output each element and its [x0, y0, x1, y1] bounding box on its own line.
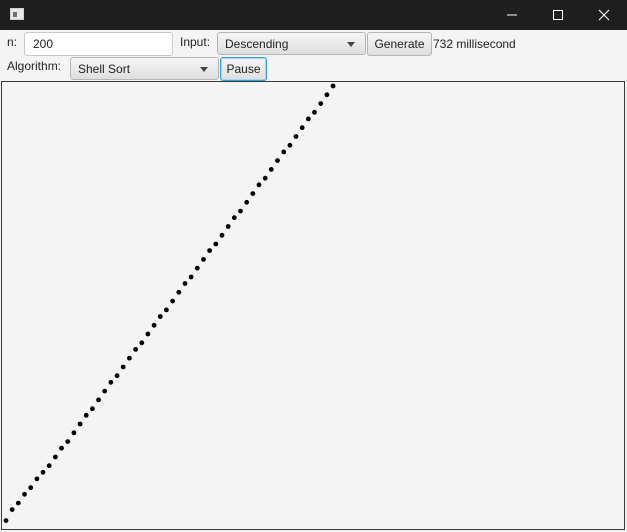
n-input[interactable] — [24, 32, 173, 56]
data-point-15 — [96, 397, 101, 403]
data-point-12 — [77, 421, 83, 427]
data-point-14 — [90, 406, 95, 412]
data-point-19 — [120, 364, 126, 370]
data-point-45 — [281, 149, 287, 155]
data-point-37 — [231, 215, 237, 221]
data-point-23 — [145, 331, 151, 337]
data-point-35 — [219, 232, 225, 238]
app-icon — [10, 8, 24, 20]
data-point-20 — [127, 355, 132, 361]
data-point-31 — [194, 265, 200, 271]
data-point-2 — [15, 500, 21, 506]
data-point-25 — [157, 314, 163, 319]
data-point-53 — [330, 83, 336, 89]
data-point-40 — [250, 191, 256, 196]
sort-visualization-plot — [3, 83, 336, 523]
input-order-select[interactable]: Descending — [217, 32, 366, 55]
data-point-43 — [268, 167, 274, 172]
data-point-51 — [318, 101, 324, 106]
data-point-30 — [188, 274, 194, 280]
data-point-17 — [108, 379, 114, 385]
data-point-28 — [176, 289, 182, 295]
data-point-32 — [201, 257, 206, 262]
data-point-48 — [299, 125, 305, 131]
data-point-36 — [225, 224, 231, 229]
elapsed-time-label: 732 millisecond — [433, 37, 516, 51]
data-point-11 — [71, 430, 77, 436]
data-point-6 — [40, 469, 46, 475]
data-point-38 — [238, 208, 243, 214]
data-point-46 — [287, 142, 293, 148]
close-button[interactable] — [581, 0, 627, 30]
data-point-7 — [46, 463, 52, 469]
data-point-29 — [182, 281, 188, 286]
data-point-4 — [28, 485, 34, 491]
maximize-icon — [553, 10, 563, 20]
chevron-down-icon — [200, 67, 208, 72]
close-icon — [598, 9, 610, 21]
input-label: Input: — [180, 35, 211, 49]
pause-button[interactable]: Pause — [220, 57, 267, 81]
data-point-1 — [9, 507, 15, 512]
input-order-value: Descending — [225, 37, 289, 51]
maximize-button[interactable] — [535, 0, 581, 30]
data-point-41 — [256, 182, 262, 188]
data-point-5 — [34, 476, 40, 482]
chevron-down-icon — [347, 42, 355, 47]
data-point-9 — [59, 445, 64, 451]
data-point-42 — [262, 175, 268, 181]
data-point-27 — [170, 298, 176, 304]
algorithm-value: Shell Sort — [78, 62, 131, 76]
data-point-18 — [114, 373, 120, 379]
data-point-34 — [213, 241, 219, 247]
data-point-26 — [164, 307, 169, 313]
data-point-21 — [133, 347, 139, 352]
data-point-10 — [65, 439, 71, 444]
data-point-8 — [53, 454, 58, 460]
sort-visualization-canvas — [1, 81, 625, 530]
data-point-44 — [275, 158, 280, 163]
data-point-49 — [306, 116, 311, 122]
minimize-button[interactable] — [489, 0, 535, 30]
data-point-13 — [83, 412, 89, 418]
n-label: n: — [7, 35, 18, 49]
data-point-33 — [207, 248, 213, 254]
generate-button[interactable]: Generate — [367, 32, 432, 56]
minimize-icon — [507, 14, 517, 16]
algorithm-select[interactable]: Shell Sort — [70, 57, 219, 80]
data-point-24 — [151, 322, 157, 328]
data-point-47 — [293, 134, 299, 139]
data-point-0 — [3, 518, 9, 523]
algorithm-label: Algorithm: — [7, 59, 62, 73]
data-point-39 — [244, 199, 250, 205]
data-point-50 — [312, 109, 317, 115]
data-point-52 — [324, 92, 330, 98]
data-point-3 — [22, 491, 27, 497]
data-point-22 — [139, 340, 145, 346]
data-point-16 — [102, 388, 108, 394]
title-bar — [0, 0, 627, 30]
